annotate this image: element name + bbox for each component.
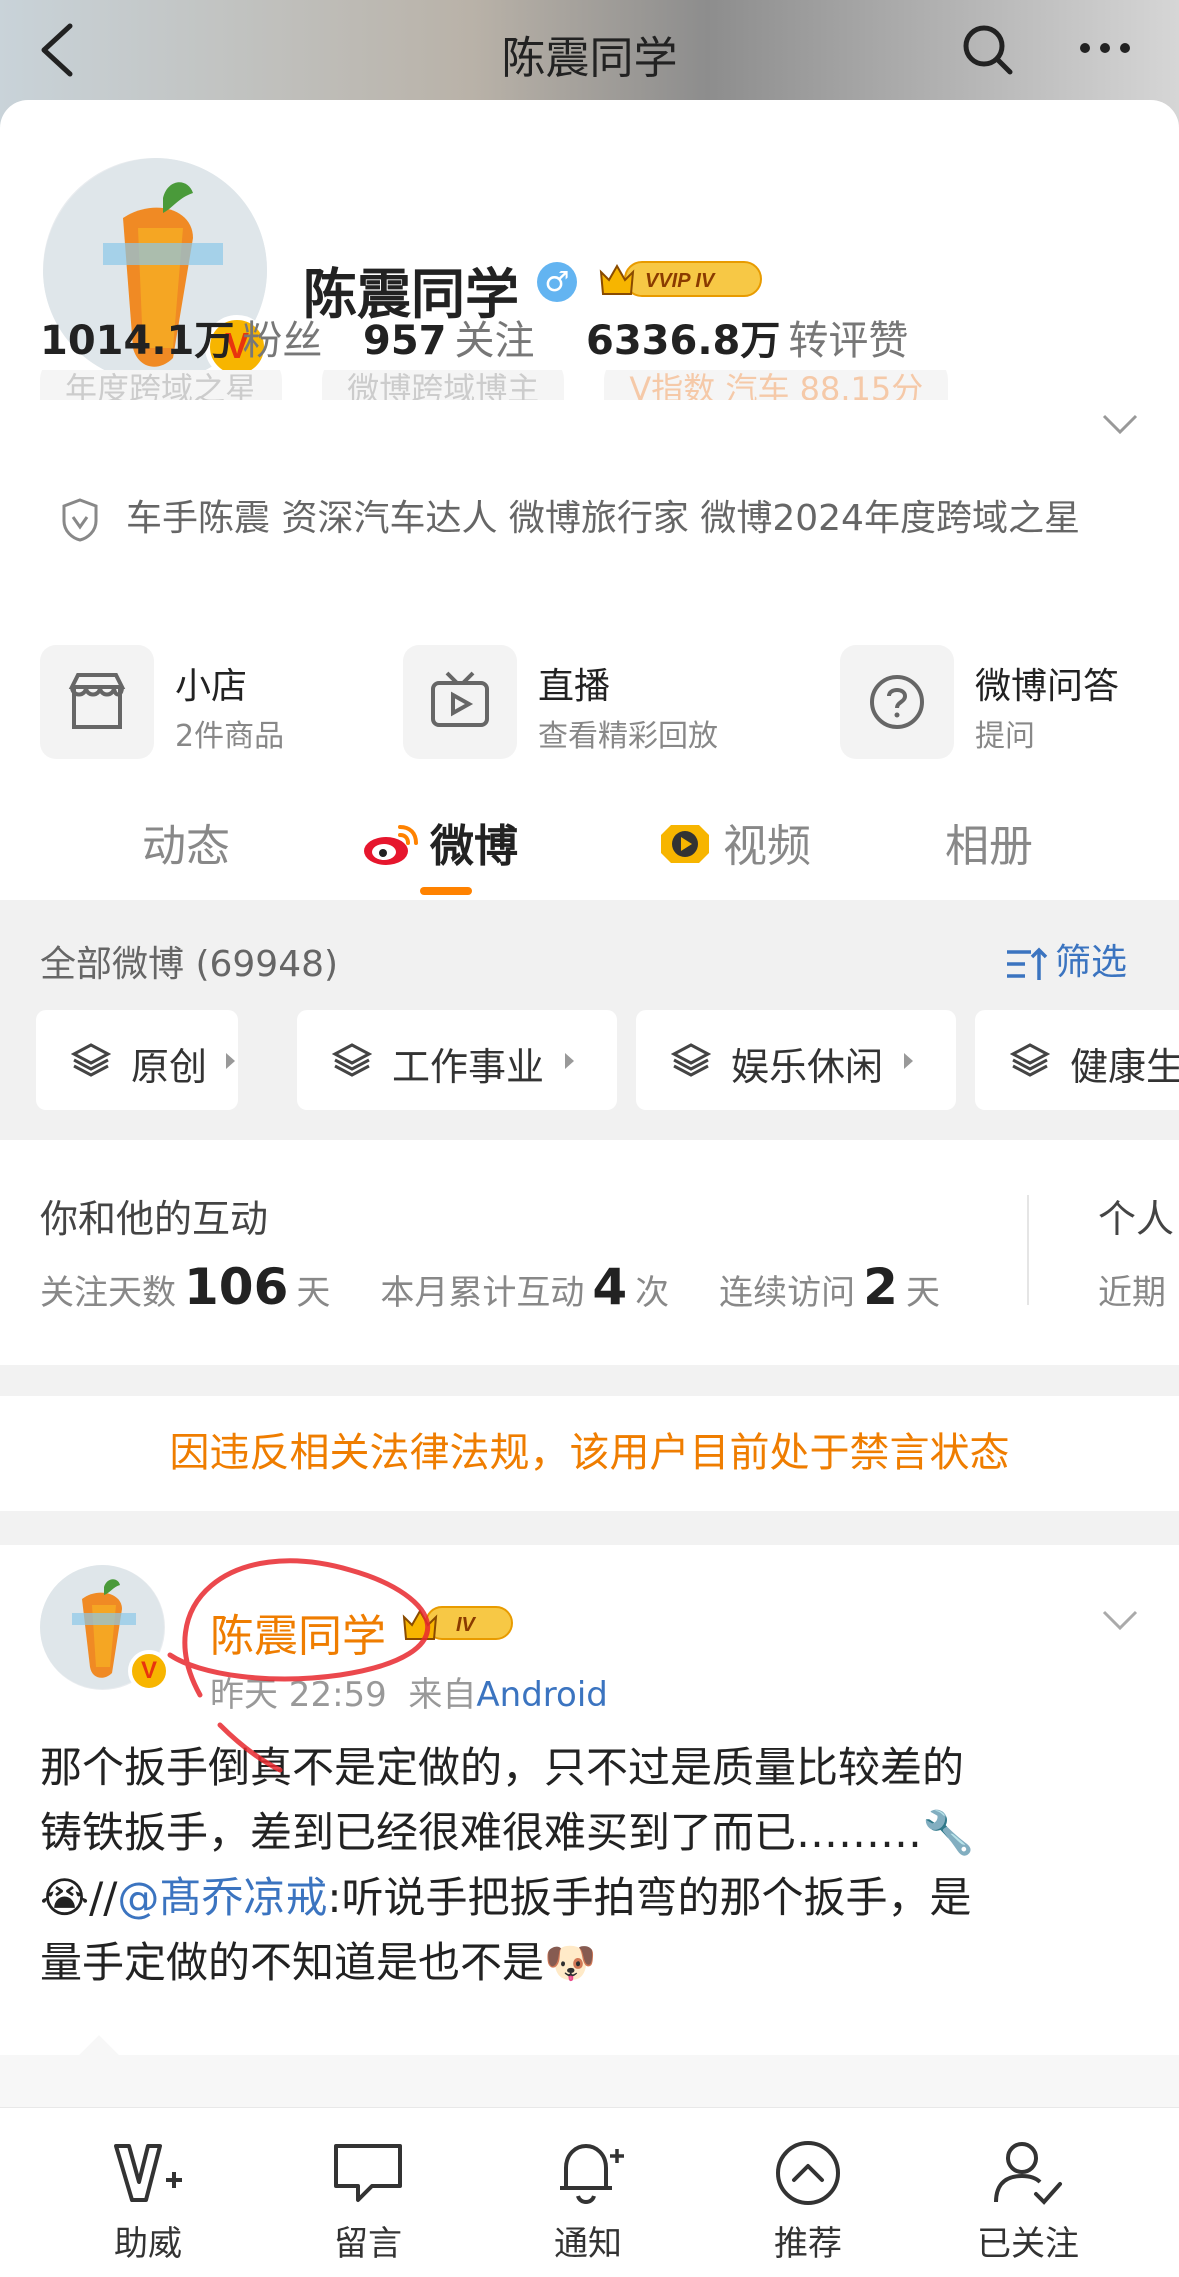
layers-icon [71,1043,111,1077]
chip-work[interactable]: 工作事业 [297,1010,617,1110]
chevron-right-icon [904,1053,913,1069]
all-weibo-count: 全部微博 (69948) [40,944,339,985]
chip-health[interactable]: 健康生 [975,1010,1179,1110]
mention-link[interactable]: @髙乔凉戒 [117,1873,327,1922]
recommend-icon [776,2141,840,2205]
personal-heading: 个人 [1098,1197,1175,1241]
shop-icon [68,673,126,729]
post-text: 那个扳手倒真不是定做的，只不过是质量比较差的 铸铁扳手，差到已经很难很难买到了而… [40,1743,975,1987]
personal-row: 近期 [1098,1273,1166,1313]
profile-tabs-bar: 动态 微博 视频 相册 [0,800,1179,900]
gender-male-icon: ♂ [537,262,577,302]
post-meta: 昨天 22:59 来自Android [210,1675,608,1715]
filter-icon [1007,947,1048,980]
nav-recommend[interactable]: 推荐 [728,2138,888,2265]
question-icon [870,675,924,729]
vvip-badge-text: VVIP IV [645,270,716,292]
tag-pill: 年度跨域之星 [40,370,283,400]
layers-icon [332,1043,372,1077]
chip-entertainment[interactable]: 娱乐休闲 [636,1010,956,1110]
stat-fans[interactable]: 1014.1万 粉丝 [40,308,322,366]
layers-icon [1010,1043,1050,1077]
chevron-down-icon[interactable] [1100,1607,1140,1635]
service-live[interactable]: 直播 查看精彩回放 [403,645,763,760]
tab-weibo[interactable]: 微博 [362,810,518,874]
chevron-right-icon [565,1053,574,1069]
bell-icon [560,2143,624,2204]
tab-feed[interactable]: 动态 [142,810,230,874]
chevron-down-icon[interactable] [1100,410,1140,440]
post-source[interactable]: Android [476,1675,607,1715]
nav-notify[interactable]: 通知 [508,2138,668,2265]
tag-row: 年度跨域之星 微博跨域博主 V指数 汽车 88.15分 [40,370,978,400]
message-icon [334,2144,402,2202]
post-author[interactable]: 陈震同学 [210,1600,386,1664]
nav-cheer[interactable]: 助威 [68,2138,228,2265]
tag-pill: 微博跨域博主 [322,370,565,400]
tab-active-indicator [420,887,472,895]
ban-notice: 因违反相关法律法规，该用户目前处于禁言状态 [0,1396,1179,1511]
interaction-card: 你和他的互动 关注天数 106 天本月累计互动 4 次连续访问 2 天 个人 近期 [0,1140,1179,1365]
chip-original[interactable]: 原创 [36,1010,238,1110]
tag-pill: V指数 汽车 88.15分 [604,370,949,400]
vip-badge-text: IV [456,1614,477,1636]
stat-following[interactable]: 957 关注 [363,308,535,366]
weibo-logo-icon [364,825,418,865]
cheer-icon [114,2144,182,2202]
search-icon[interactable] [958,20,1018,80]
nav-followed[interactable]: 已关注 [948,2138,1108,2265]
filter-button[interactable]: 筛选 [1005,933,1127,985]
video-icon [661,825,709,863]
bottom-nav: 助威 留言 通知 推荐 已关注 [0,2107,1179,2277]
tab-video[interactable]: 视频 [655,810,811,874]
more-icon[interactable] [1075,28,1135,68]
divider [1027,1195,1029,1305]
chevron-right-icon [226,1053,235,1069]
live-tv-icon [431,671,489,727]
vvip-badge: VVIP IV [599,261,762,297]
tab-album[interactable]: 相册 [945,810,1033,874]
filter-bar: 全部微博 (69948) 筛选 原创 工作事业 娱乐休闲 健康生 [0,900,1179,1140]
followed-icon [994,2142,1062,2205]
service-shop[interactable]: 小店 2件商品 [40,645,370,760]
vip-badge: IV [402,1606,513,1640]
service-qa[interactable]: 微博问答 提问 [840,645,1170,760]
shield-icon [62,498,98,542]
stat-likes[interactable]: 6336.8万 转评赞 [586,308,908,366]
profile-card: V 陈震同学 ♂ VVIP IV 1014.1万 粉丝 957 关注 6336.8万… [0,100,1179,890]
profile-description: 车手陈震 资深汽车达人 微博旅行家 微博2024年度跨域之星 [60,485,1120,553]
top-bar: 陈震同学 [0,0,1179,100]
interaction-stats: 关注天数 106 天本月累计互动 4 次连续访问 2 天 [40,1258,940,1316]
layers-icon [671,1043,711,1077]
nav-message[interactable]: 留言 [288,2138,448,2265]
interaction-heading: 你和他的互动 [40,1197,269,1241]
verified-badge: V [128,1650,170,1692]
